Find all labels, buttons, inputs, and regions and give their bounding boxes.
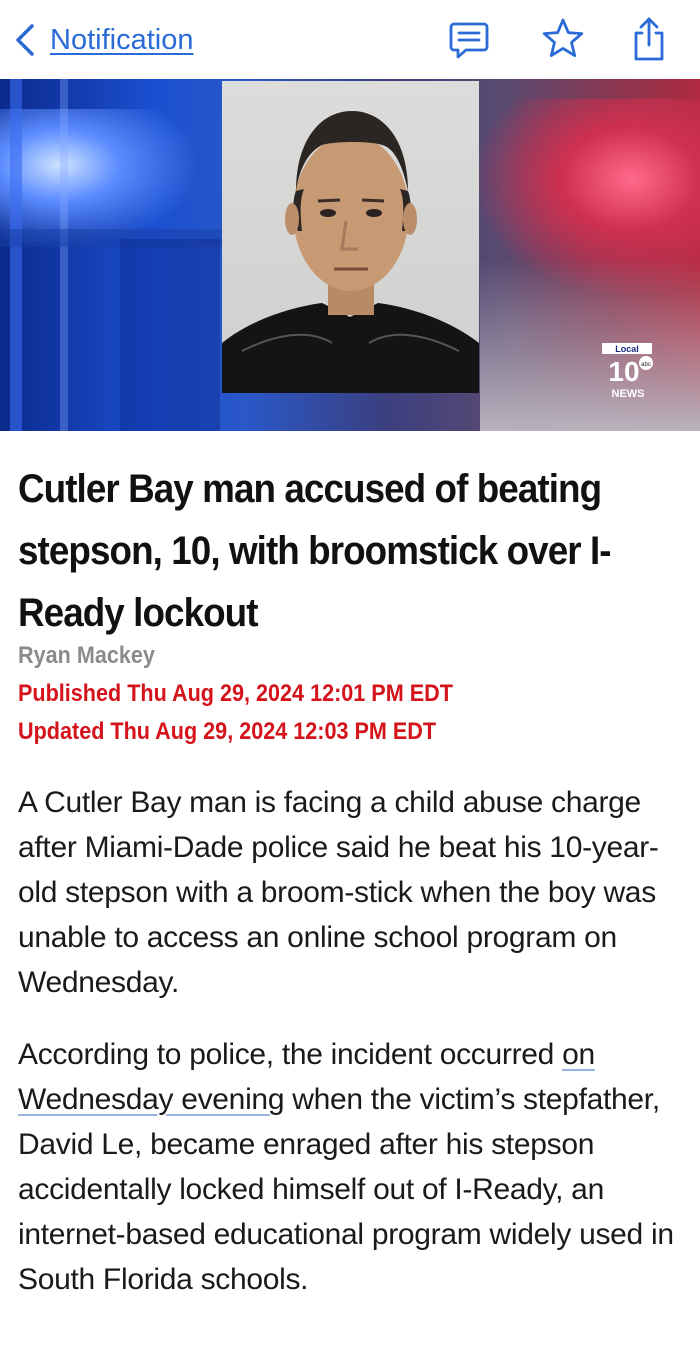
person-silhouette [222,111,479,393]
article-author: Ryan Mackey [18,642,155,669]
message-icon [449,22,489,59]
paragraph-2-text-start: According to police, the incident occurr… [18,1038,563,1071]
local-10-news-logo: Local 10 abc NEWS [598,341,658,403]
police-light-beams [0,79,230,431]
comments-button[interactable] [446,16,492,62]
svg-text:NEWS: NEWS [612,388,645,400]
hero-image: Local 10 abc NEWS [0,79,700,431]
mugshot-photo [222,81,479,393]
back-label: Notification [50,23,194,56]
navigation-bar: Notification [0,0,700,79]
article-headline: Cutler Bay man accused of beating stepso… [18,467,612,635]
article-paragraph-1: A Cutler Bay man is facing a child abuse… [18,786,659,999]
share-icon [634,17,664,61]
svg-text:Local: Local [615,344,639,354]
svg-text:10: 10 [608,356,639,387]
back-button[interactable]: Notification [12,20,193,60]
star-icon [542,18,584,57]
article-paragraph-2: According to police, the incident occurr… [18,1032,686,1302]
chevron-left-icon [16,24,34,56]
updated-date: Updated Thu Aug 29, 2024 12:03 PM EDT [18,718,437,745]
favorite-button[interactable] [540,16,586,62]
share-button[interactable] [626,16,672,62]
background-haze [480,259,700,431]
published-date: Published Thu Aug 29, 2024 12:01 PM EDT [18,680,453,707]
svg-text:abc: abc [641,362,651,368]
